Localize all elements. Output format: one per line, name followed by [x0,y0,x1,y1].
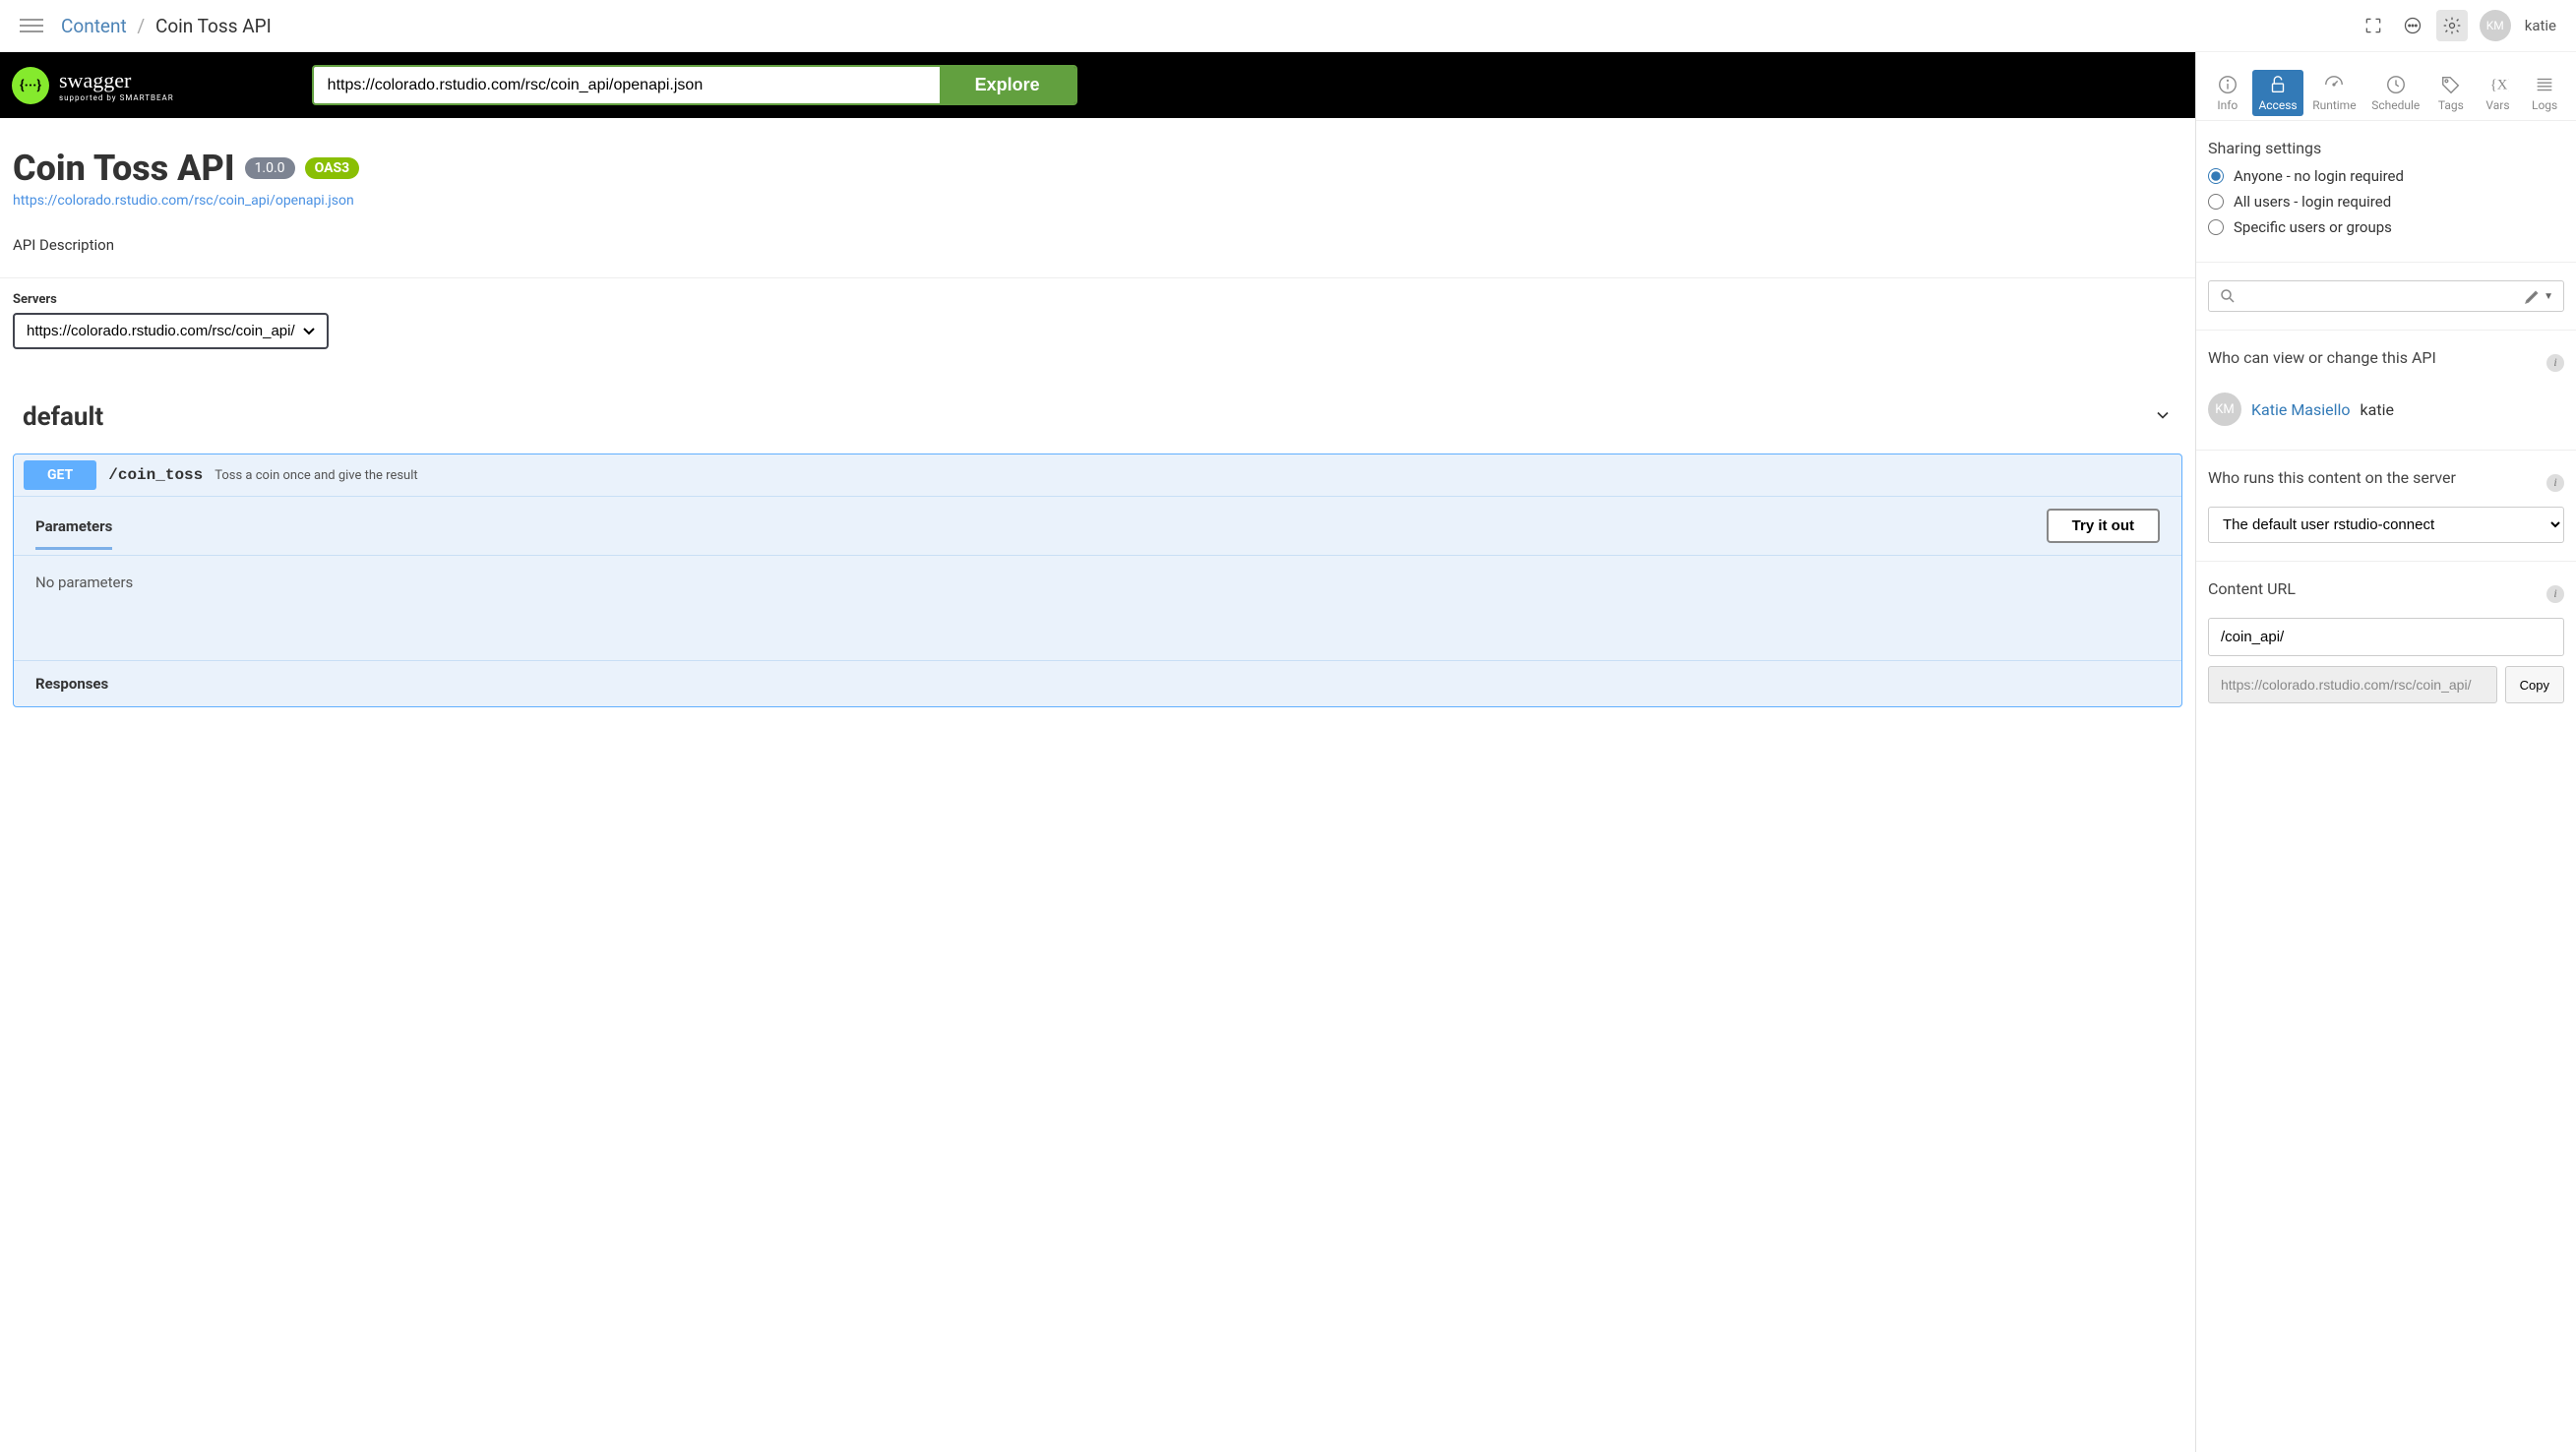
swagger-logo-icon: {···} [12,67,49,104]
info-icon[interactable]: i [2546,474,2564,492]
content-url-heading: Content URL [2208,579,2296,598]
api-info: Coin Toss API 1.0.0 OAS3 https://colorad… [0,118,2195,277]
panel-tabs: Info Access Runtime Schedule Tags {X} Va… [2196,52,2576,121]
breadcrumb: Content / Coin Toss API [61,15,2358,37]
fullscreen-icon[interactable] [2358,10,2389,41]
user-search-input[interactable] [2244,288,2516,304]
radio-all-users[interactable] [2208,194,2224,210]
runner-select[interactable]: The default user rstudio-connect [2208,507,2564,543]
avatar[interactable]: KM [2480,10,2511,41]
svg-text:{X}: {X} [2489,78,2508,93]
spec-url-group: Explore [312,65,1077,105]
version-badge: 1.0.0 [245,157,295,179]
header-actions: KM katie [2358,10,2556,41]
tab-tags[interactable]: Tags [2429,70,2473,116]
breadcrumb-root-link[interactable]: Content [61,15,127,37]
explore-button[interactable]: Explore [940,67,1075,103]
operation-description: Toss a coin once and give the result [215,468,417,483]
content-path-input[interactable] [2208,618,2564,656]
edit-permission-icon[interactable]: ▼ [2524,287,2553,305]
oas-badge: OAS3 [305,157,360,179]
swagger-byline: supported by SMARTBEAR [59,93,174,102]
parameters-label: Parameters [35,517,112,550]
api-description: API Description [13,236,2182,254]
tag-name: default [23,402,103,432]
search-icon [2219,287,2237,305]
spec-url-input[interactable] [314,67,940,103]
operation-summary[interactable]: GET /coin_toss Toss a coin once and give… [14,454,2181,496]
chevron-down-icon [2153,405,2173,429]
method-badge: GET [24,460,96,490]
sharing-option-specific[interactable]: Specific users or groups [2208,218,2564,236]
info-icon[interactable]: i [2546,354,2564,372]
info-icon[interactable]: i [2546,585,2564,603]
full-url-display [2208,666,2497,703]
sharing-section: Sharing settings Anyone - no login requi… [2196,121,2576,263]
viewers-heading: Who can view or change this API [2208,348,2436,367]
username-label: katie [2525,17,2556,34]
tab-logs[interactable]: Logs [2523,70,2566,116]
breadcrumb-separator: / [137,15,145,37]
operation-card: GET /coin_toss Toss a coin once and give… [13,454,2182,707]
server-select[interactable]: https://colorado.rstudio.com/rsc/coin_ap… [13,313,329,349]
responses-label: Responses [14,660,2181,706]
runner-heading: Who runs this content on the server [2208,468,2456,487]
swagger-brand: swagger [59,68,174,93]
user-avatar: KM [2208,393,2241,426]
spec-json-link[interactable]: https://colorado.rstudio.com/rsc/coin_ap… [13,193,2182,209]
top-header: Content / Coin Toss API KM katie [0,0,2576,52]
breadcrumb-current: Coin Toss API [155,15,272,37]
menu-toggle-icon[interactable] [20,15,43,36]
user-name-link[interactable]: Katie Masiello [2251,400,2351,419]
viewer-row: KM Katie Masiello katie [2208,387,2564,432]
tab-runtime[interactable]: Runtime [2306,70,2361,116]
viewers-section: Who can view or change this API i KM Kat… [2196,331,2576,451]
radio-specific[interactable] [2208,219,2224,235]
swagger-content: {···} swagger supported by SMARTBEAR Exp… [0,52,2196,1452]
settings-panel: Info Access Runtime Schedule Tags {X} Va… [2196,52,2576,1452]
user-handle: katie [2361,400,2394,419]
parameters-header: Parameters Try it out [14,497,2181,556]
tag-header[interactable]: default [13,394,2182,440]
copy-button[interactable]: Copy [2505,666,2564,703]
more-icon[interactable] [2397,10,2428,41]
user-search[interactable]: ▼ [2208,280,2564,312]
servers-label: Servers [13,292,2182,307]
swagger-topbar: {···} swagger supported by SMARTBEAR Exp… [0,52,2195,118]
tab-vars[interactable]: {X} Vars [2477,70,2520,116]
parameters-content: No parameters [14,556,2181,660]
settings-icon[interactable] [2436,10,2468,41]
operations: default GET /coin_toss Toss a coin once … [0,377,2195,725]
runner-section: Who runs this content on the server i Th… [2196,451,2576,562]
sharing-option-anyone[interactable]: Anyone - no login required [2208,167,2564,185]
tab-access[interactable]: Access [2252,70,2302,116]
operation-path: /coin_toss [108,466,203,484]
swagger-logo: {···} swagger supported by SMARTBEAR [12,67,174,104]
content-url-section: Content URL i Copy [2196,562,2576,721]
tab-info[interactable]: Info [2206,70,2249,116]
servers-block: Servers https://colorado.rstudio.com/rsc… [0,277,2195,377]
sharing-heading: Sharing settings [2208,139,2564,157]
tab-schedule[interactable]: Schedule [2365,70,2425,116]
user-search-section: ▼ [2196,263,2576,331]
api-title: Coin Toss API [13,148,235,189]
radio-anyone[interactable] [2208,168,2224,184]
try-it-out-button[interactable]: Try it out [2047,509,2160,543]
sharing-option-all-users[interactable]: All users - login required [2208,193,2564,211]
